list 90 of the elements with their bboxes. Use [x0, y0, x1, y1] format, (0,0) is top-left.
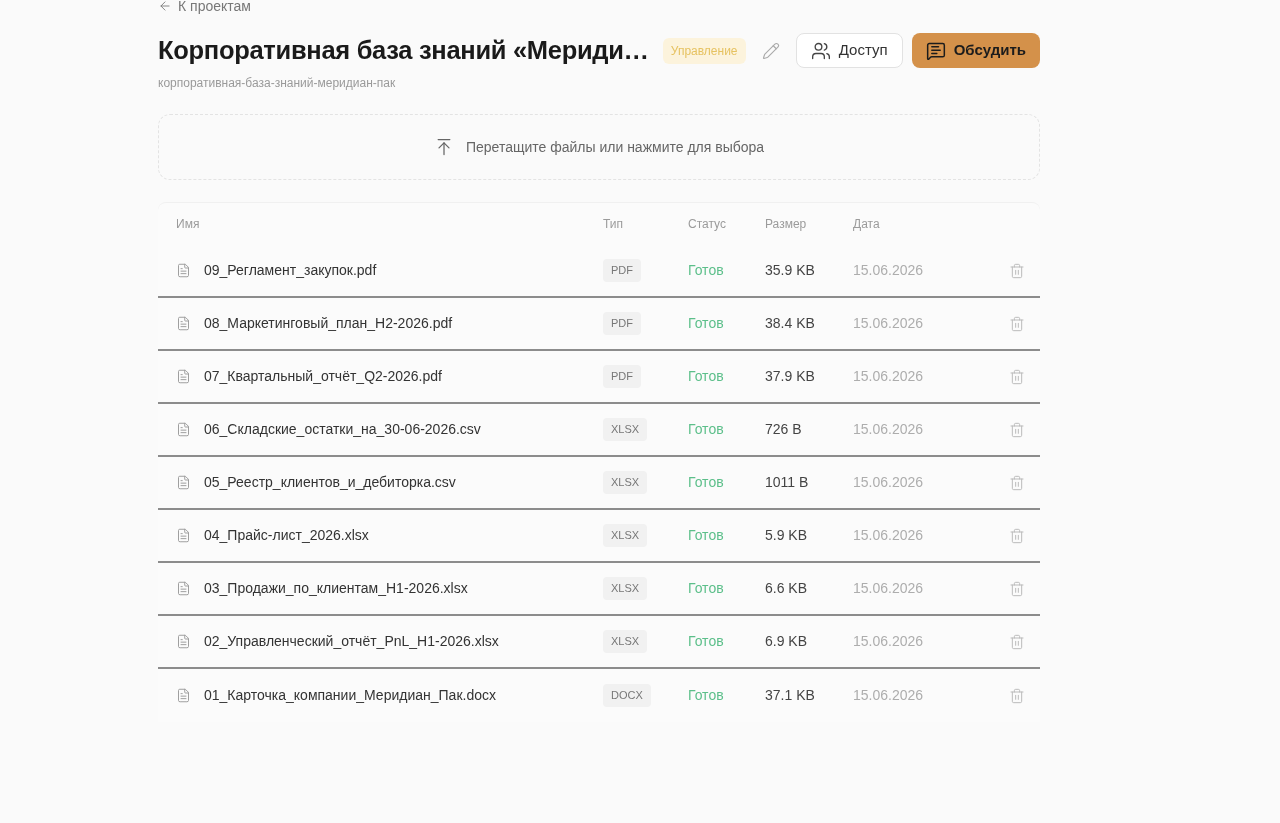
upload-date: 15.06.2026: [853, 314, 924, 333]
column-header: Имя: [176, 216, 200, 233]
file-type-tag: PDF: [603, 259, 641, 282]
delete-button[interactable]: [1008, 421, 1025, 438]
file-size: 6.9 KB: [765, 632, 808, 651]
document-icon: [176, 528, 191, 543]
file-type-tag: XLSX: [603, 577, 648, 600]
status-text: Готов: [688, 473, 724, 492]
file-name[interactable]: 05_Реестр_клиентов_и_дебиторка.csv: [204, 472, 456, 493]
delete-button[interactable]: [1008, 474, 1025, 491]
file-name[interactable]: 07_Квартальный_отчёт_Q2-2026.pdf: [204, 366, 442, 387]
file-type-tag: XLSX: [603, 418, 648, 441]
file-type-tag: PDF: [603, 365, 641, 388]
delete-button[interactable]: [1008, 580, 1025, 597]
file-type-tag: XLSX: [603, 471, 648, 494]
document-icon: [176, 688, 191, 703]
file-size: 5.9 KB: [765, 526, 808, 545]
column-header: Статус: [688, 216, 726, 233]
trash-icon: [1008, 315, 1025, 332]
pencil-icon: [761, 41, 780, 60]
document-icon: [176, 475, 191, 490]
file-type-tag: PDF: [603, 312, 641, 335]
trash-icon: [1008, 368, 1025, 385]
file-type-tag: XLSX: [603, 630, 648, 653]
upload-date: 15.06.2026: [853, 261, 924, 280]
file-type-tag: XLSX: [603, 524, 648, 547]
file-name[interactable]: 02_Управленческий_отчёт_PnL_H1-2026.xlsx: [204, 631, 499, 652]
file-size: 6.6 KB: [765, 579, 808, 598]
column-header: Тип: [603, 216, 623, 233]
delete-button[interactable]: [1008, 687, 1025, 704]
status-text: Готов: [688, 367, 724, 386]
file-type-tag: DOCX: [603, 684, 651, 707]
trash-icon: [1008, 262, 1025, 279]
status-text: Готов: [688, 632, 724, 651]
delete-button[interactable]: [1008, 527, 1025, 544]
dropzone-label: Перетащите файлы или нажмите для выбора: [465, 137, 765, 157]
file-size: 726 B: [765, 420, 802, 439]
status-text: Готов: [688, 579, 724, 598]
column-header: Дата: [853, 216, 880, 233]
upload-date: 15.06.2026: [853, 686, 924, 705]
trash-icon: [1008, 421, 1025, 438]
upload-date: 15.06.2026: [853, 632, 924, 651]
project-slug: корпоративная-база-знаний-меридиан-пак: [158, 75, 396, 92]
upload-date: 15.06.2026: [853, 526, 924, 545]
column-header: Размер: [765, 216, 807, 233]
upload-dropzone[interactable]: Перетащите файлы или нажмите для выбора: [158, 114, 1040, 180]
status-text: Готов: [688, 526, 724, 545]
document-icon: [176, 634, 191, 649]
document-icon: [176, 316, 191, 331]
trash-icon: [1008, 633, 1025, 650]
users-icon: [810, 40, 831, 61]
edit-button[interactable]: [761, 41, 780, 60]
document-icon: [176, 263, 191, 278]
file-name[interactable]: 04_Прайс-лист_2026.xlsx: [204, 525, 369, 546]
document-icon: [176, 369, 191, 384]
trash-icon: [1008, 687, 1025, 704]
upload-date: 15.06.2026: [853, 367, 924, 386]
category-badge: Управление: [662, 37, 746, 64]
trash-icon: [1008, 527, 1025, 544]
delete-button[interactable]: [1008, 262, 1025, 279]
delete-button[interactable]: [1008, 633, 1025, 650]
file-name[interactable]: 08_Маркетинговый_план_H2-2026.pdf: [204, 313, 453, 334]
delete-button[interactable]: [1008, 315, 1025, 332]
file-name[interactable]: 06_Складские_остатки_на_30-06-2026.csv: [204, 419, 481, 440]
file-size: 35.9 KB: [765, 261, 815, 280]
file-size: 38.4 KB: [765, 314, 815, 333]
trash-icon: [1008, 474, 1025, 491]
document-icon: [176, 422, 191, 437]
status-text: Готов: [688, 686, 724, 705]
arrow-left-icon: [158, 0, 172, 13]
project-title: Корпоративная база знаний «Мериди…: [158, 35, 649, 67]
access-button[interactable]: Доступ: [795, 33, 903, 68]
upload-date: 15.06.2026: [853, 579, 924, 598]
upload-date: 15.06.2026: [853, 420, 924, 439]
status-text: Готов: [688, 314, 724, 333]
trash-icon: [1008, 580, 1025, 597]
file-name[interactable]: 01_Карточка_компании_Меридиан_Пак.docx: [204, 685, 496, 706]
upload-date: 15.06.2026: [853, 473, 924, 492]
delete-button[interactable]: [1008, 368, 1025, 385]
file-name[interactable]: 03_Продажи_по_клиентам_H1-2026.xlsx: [204, 578, 468, 599]
file-name[interactable]: 09_Регламент_закупок.pdf: [204, 260, 377, 281]
message-icon: [925, 40, 946, 61]
status-text: Готов: [688, 261, 724, 280]
file-size: 37.9 KB: [765, 367, 815, 386]
status-text: Готов: [688, 420, 724, 439]
document-icon: [176, 581, 191, 596]
file-size: 37.1 KB: [765, 686, 815, 705]
back-link[interactable]: К проектам: [158, 0, 251, 12]
file-size: 1011 B: [765, 473, 809, 492]
discuss-button[interactable]: Обсудить: [911, 33, 1040, 68]
